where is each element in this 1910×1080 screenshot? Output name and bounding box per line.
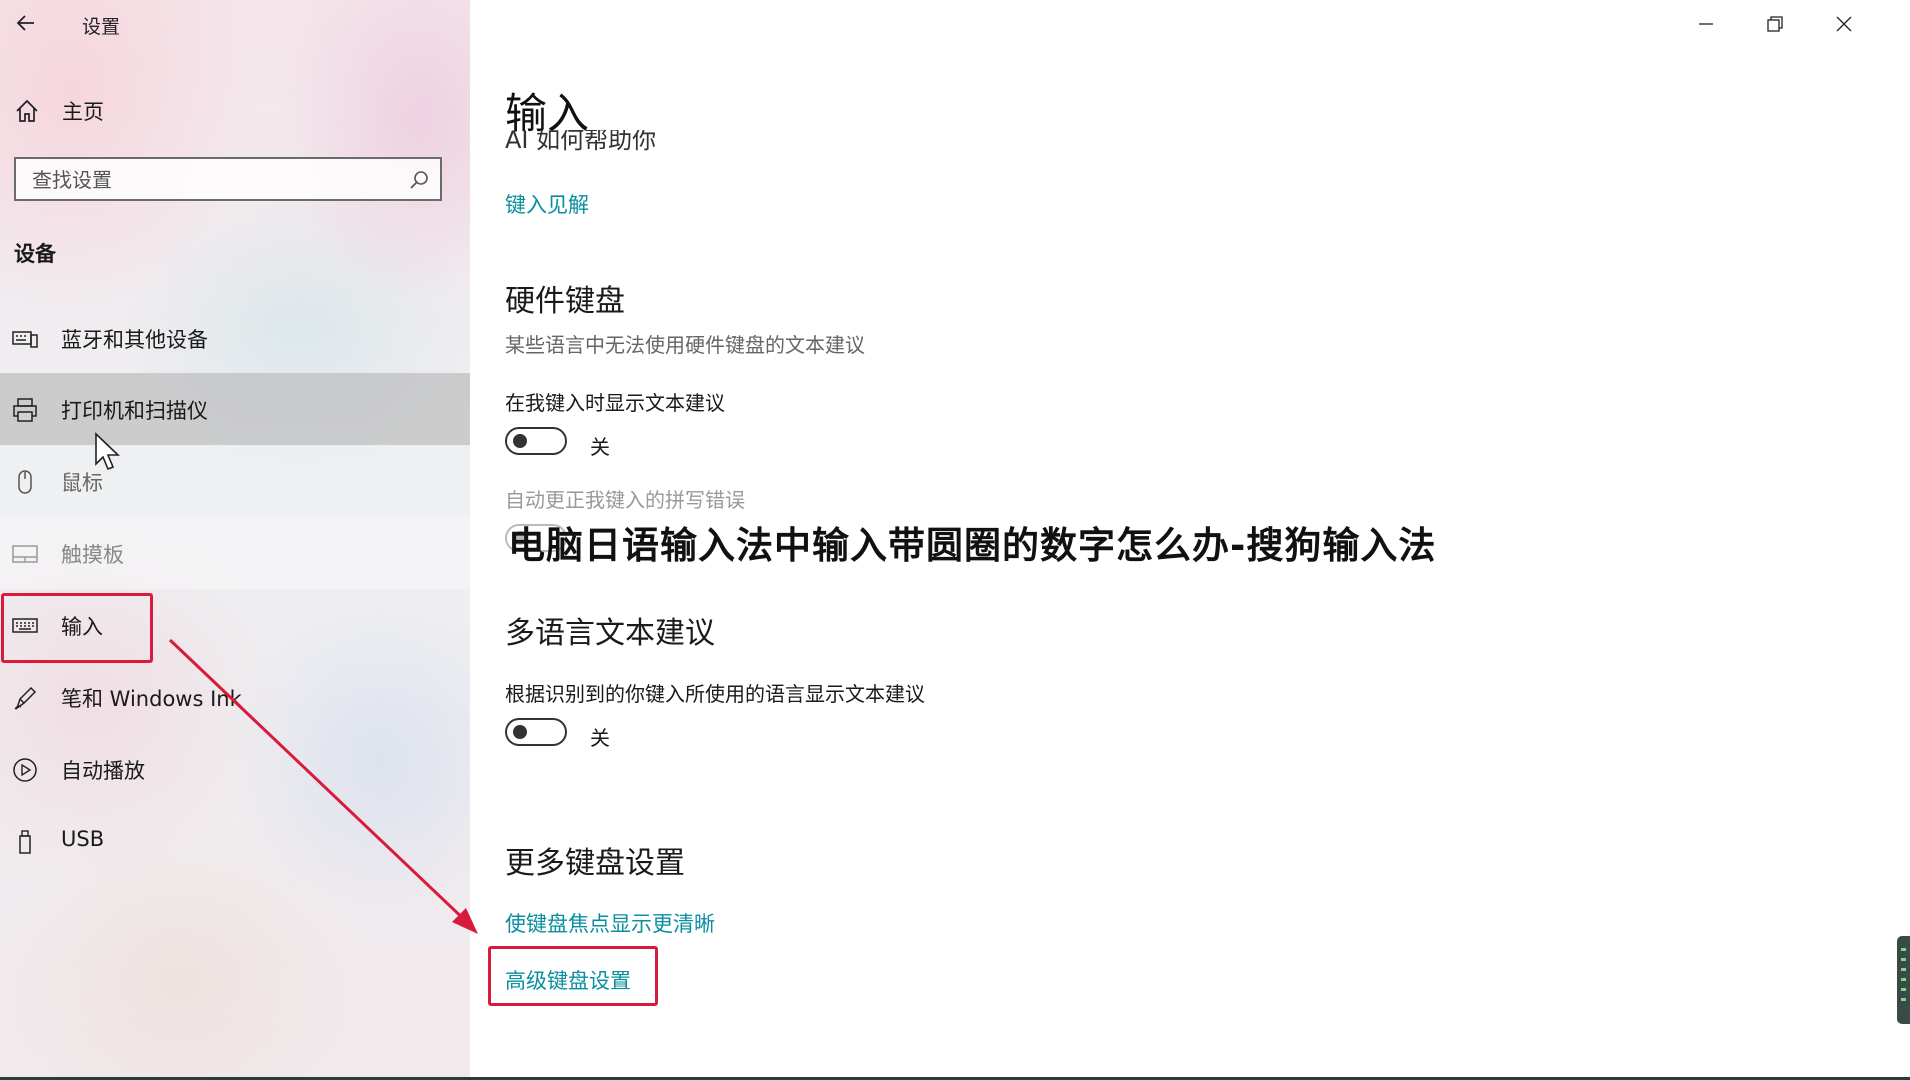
back-arrow-icon (16, 15, 34, 31)
section-header: 设备 (14, 242, 56, 266)
multilingual-state: 关 (590, 726, 610, 750)
usb-icon (19, 830, 31, 854)
multilingual-toggle[interactable] (505, 718, 567, 746)
bluetooth-devices-icon (12, 331, 38, 348)
app-title: 设置 (82, 16, 121, 38)
show-suggestions-toggle[interactable] (505, 427, 567, 455)
sidebar-item-label: USB (61, 827, 105, 851)
sidebar-item-printers[interactable]: 打印机和扫描仪 (0, 373, 470, 445)
mouse-cursor-icon (95, 432, 120, 471)
back-button[interactable] (12, 8, 42, 38)
show-suggestions-label: 在我键入时显示文本建议 (505, 391, 725, 415)
sidebar-item-autoplay[interactable]: 自动播放 (0, 733, 470, 805)
typing-insights-link[interactable]: 键入见解 (505, 189, 589, 219)
clipped-section-heading: AI 如何帮助你 (505, 130, 657, 152)
close-button[interactable] (1810, 0, 1878, 48)
multilingual-heading: 多语言文本建议 (505, 616, 715, 651)
restore-button[interactable] (1741, 0, 1809, 48)
overlay-caption: 电脑日语输入法中输入带圆圈的数字怎么办-搜狗输入法 (508, 524, 1437, 567)
show-suggestions-state: 关 (590, 435, 610, 459)
search-box (14, 157, 442, 201)
autoplay-icon (13, 758, 37, 782)
more-keyboard-heading: 更多键盘设置 (505, 846, 685, 881)
search-input[interactable] (16, 159, 404, 201)
touchpad-icon (12, 545, 38, 563)
sidebar-item-label: 触摸板 (61, 543, 124, 567)
sidebar-item-label: 笔和 Windows Ink (61, 687, 242, 711)
home-icon (16, 99, 38, 122)
close-icon (1836, 16, 1852, 32)
search-icon[interactable] (408, 169, 430, 191)
mouse-icon (18, 470, 32, 494)
edge-widget (1897, 936, 1910, 1024)
hardware-keyboard-description: 某些语言中无法使用硬件键盘的文本建议 (505, 333, 865, 357)
sidebar-item-mouse[interactable]: 鼠标 (0, 445, 470, 517)
restore-icon (1767, 16, 1783, 32)
annotation-link-box (488, 946, 658, 1006)
sidebar-item-bluetooth[interactable]: 蓝牙和其他设备 (0, 302, 470, 374)
sidebar-item-label: 自动播放 (61, 759, 145, 783)
annotation-highlight-box (1, 593, 153, 663)
sidebar-item-pen[interactable]: 笔和 Windows Ink (0, 661, 470, 733)
sidebar-item-label: 蓝牙和其他设备 (61, 328, 208, 352)
sidebar-item-usb[interactable]: USB (0, 805, 470, 877)
sidebar-item-home[interactable]: 主页 (0, 86, 470, 132)
minimize-button[interactable] (1672, 0, 1740, 48)
sidebar-item-label: 打印机和扫描仪 (61, 399, 208, 423)
keyboard-focus-link[interactable]: 使键盘焦点显示更清晰 (505, 908, 715, 938)
hardware-keyboard-heading: 硬件键盘 (505, 284, 625, 319)
minimize-icon (1699, 23, 1713, 25)
sidebar: 设置 主页 设备 蓝牙和其他设备 打印机和扫描仪 (0, 0, 470, 1080)
sidebar-item-label: 主页 (62, 100, 104, 124)
multilingual-label: 根据识别到的你键入所使用的语言显示文本建议 (505, 682, 925, 706)
sidebar-item-touchpad[interactable]: 触摸板 (0, 517, 470, 589)
autocorrect-label: 自动更正我键入的拼写错误 (505, 488, 745, 512)
printer-icon (13, 398, 37, 422)
pen-icon (14, 686, 37, 710)
